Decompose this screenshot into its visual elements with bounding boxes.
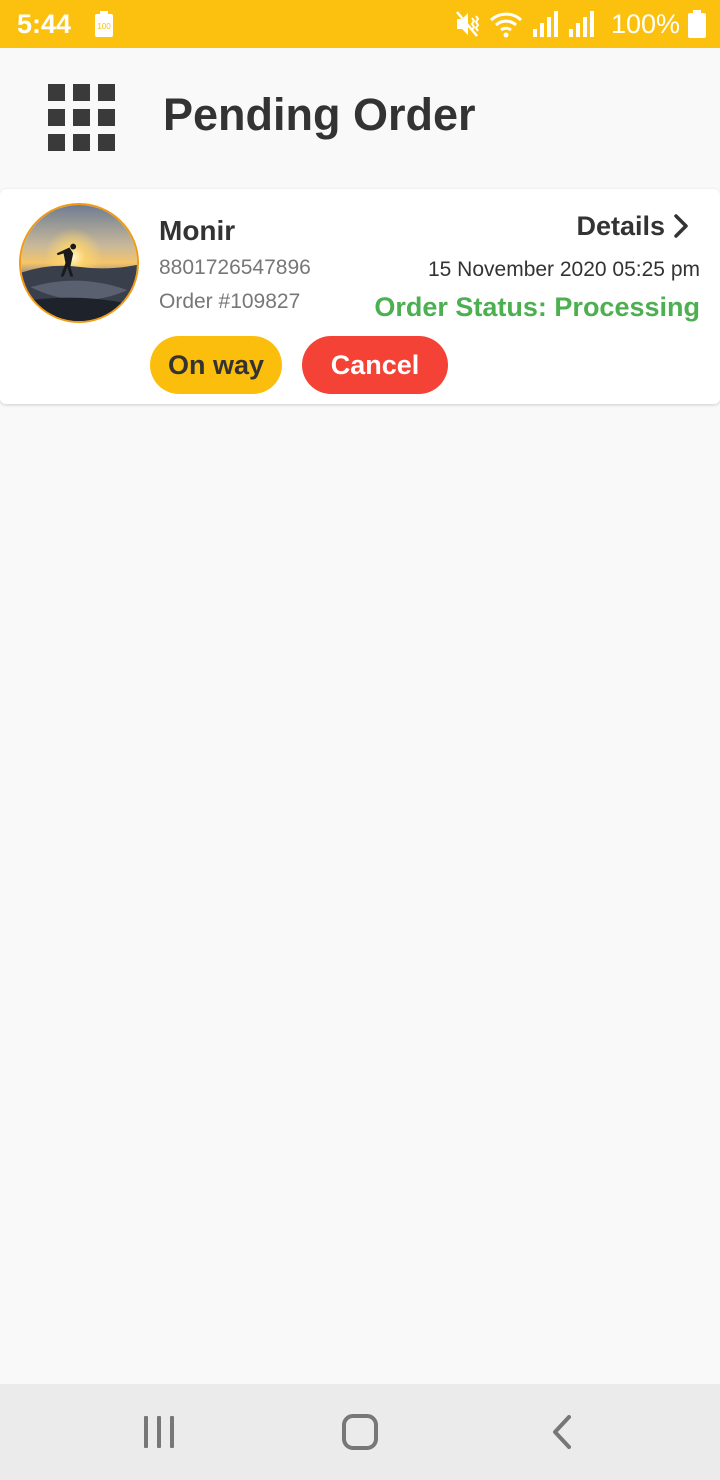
customer-avatar	[19, 203, 139, 323]
order-status: Order Status: Processing	[374, 292, 700, 322]
grid-menu-icon[interactable]	[48, 84, 116, 152]
recent-apps-icon	[144, 1416, 174, 1448]
app-header: Pending Order	[0, 48, 720, 184]
battery-percent: 100%	[610, 9, 680, 39]
page-title: Pending Order	[163, 89, 476, 140]
order-card[interactable]: Monir 8801726547896 Order #109827 Detail…	[0, 189, 720, 404]
signal-icon	[568, 11, 594, 37]
cancel-button[interactable]: Cancel	[302, 336, 448, 394]
order-number: Order #109827	[159, 290, 301, 313]
wifi-icon	[489, 12, 522, 38]
status-time: 5:44	[17, 9, 72, 39]
details-label: Details	[576, 211, 665, 241]
battery-icon	[688, 10, 706, 38]
battery-saver-label: 100	[97, 22, 111, 31]
back-icon	[553, 1415, 571, 1449]
recent-apps-button[interactable]	[129, 1406, 189, 1458]
back-button[interactable]	[532, 1406, 592, 1458]
system-nav-bar	[0, 1384, 720, 1480]
home-icon	[342, 1414, 378, 1450]
customer-name: Monir	[159, 215, 236, 246]
customer-phone: 8801726547896	[159, 256, 311, 279]
battery-saver-icon: 100	[95, 11, 113, 37]
order-date: 15 November 2020 05:25 pm	[427, 258, 700, 281]
mute-vibrate-icon	[455, 11, 480, 37]
details-link[interactable]: Details	[576, 210, 689, 242]
chevron-right-icon	[674, 214, 688, 238]
on-way-button[interactable]: On way	[150, 336, 282, 394]
home-button[interactable]	[330, 1406, 390, 1458]
signal-icon	[532, 11, 558, 37]
status-icons: 100%	[455, 6, 706, 42]
status-bar: 5:44 100 100%	[0, 0, 720, 48]
